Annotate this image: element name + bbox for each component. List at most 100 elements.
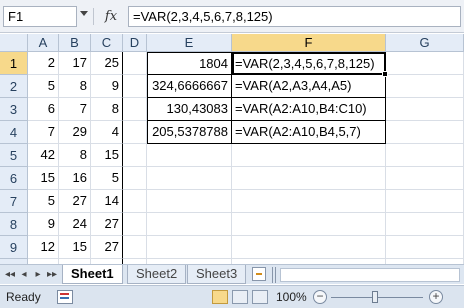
row-header-2[interactable]: 2 bbox=[0, 75, 28, 98]
cell-c1[interactable]: 25 bbox=[91, 52, 123, 75]
cell-g4[interactable] bbox=[386, 121, 464, 144]
cell-c2[interactable]: 9 bbox=[91, 75, 123, 98]
cell-a3[interactable]: 6 bbox=[28, 98, 59, 121]
formula-input[interactable]: =VAR(2,3,4,5,6,7,8,125) bbox=[128, 6, 461, 27]
cell-b4[interactable]: 29 bbox=[59, 121, 91, 144]
cell-a7[interactable]: 5 bbox=[28, 190, 59, 213]
cell-g6[interactable] bbox=[386, 167, 464, 190]
column-header-b[interactable]: B bbox=[59, 34, 91, 52]
cell-a4[interactable]: 7 bbox=[28, 121, 59, 144]
cell-e8[interactable] bbox=[147, 213, 232, 236]
row-header-3[interactable]: 3 bbox=[0, 98, 28, 121]
cell-c5[interactable]: 15 bbox=[91, 144, 123, 167]
first-sheet-icon[interactable]: ◂◂ bbox=[4, 269, 16, 281]
cell-a1[interactable]: 2 bbox=[28, 52, 59, 75]
cell-g3[interactable] bbox=[386, 98, 464, 121]
column-header-a[interactable]: A bbox=[28, 34, 59, 52]
insert-function-icon[interactable]: fx bbox=[100, 6, 122, 27]
cell-c3[interactable]: 8 bbox=[91, 98, 123, 121]
cell-d2[interactable] bbox=[123, 75, 147, 98]
cell-f5[interactable] bbox=[232, 144, 386, 167]
row-header-1[interactable]: 1 bbox=[0, 52, 28, 75]
cell-f7[interactable] bbox=[232, 190, 386, 213]
cell-g7[interactable] bbox=[386, 190, 464, 213]
column-header-d[interactable]: D bbox=[123, 34, 147, 52]
cell-f8[interactable] bbox=[232, 213, 386, 236]
cell-b8[interactable]: 24 bbox=[59, 213, 91, 236]
cell-f2[interactable]: =VAR(A2,A3,A4,A5) bbox=[232, 75, 386, 98]
cell-c6[interactable]: 5 bbox=[91, 167, 123, 190]
row-header-9[interactable]: 9 bbox=[0, 236, 28, 259]
cell-f6[interactable] bbox=[232, 167, 386, 190]
cell-d9[interactable] bbox=[123, 236, 147, 259]
normal-view-icon[interactable] bbox=[212, 290, 228, 304]
cell-g8[interactable] bbox=[386, 213, 464, 236]
cell-c9[interactable]: 27 bbox=[91, 236, 123, 259]
macro-record-icon[interactable] bbox=[57, 290, 73, 304]
cell-b6[interactable]: 16 bbox=[59, 167, 91, 190]
zoom-out-icon[interactable]: − bbox=[313, 290, 327, 304]
cell-f3[interactable]: =VAR(A2:A10,B4:C10) bbox=[232, 98, 386, 121]
next-sheet-icon[interactable]: ▸ bbox=[32, 269, 44, 281]
cell-f9[interactable] bbox=[232, 236, 386, 259]
cell-c7[interactable]: 14 bbox=[91, 190, 123, 213]
column-header-e[interactable]: E bbox=[147, 34, 232, 52]
prev-sheet-icon[interactable]: ◂ bbox=[18, 269, 30, 281]
cell-a9[interactable]: 12 bbox=[28, 236, 59, 259]
cell-d7[interactable] bbox=[123, 190, 147, 213]
cell-b3[interactable]: 7 bbox=[59, 98, 91, 121]
zoom-slider-thumb[interactable] bbox=[372, 291, 378, 303]
row-header-7[interactable]: 7 bbox=[0, 190, 28, 213]
cell-b5[interactable]: 8 bbox=[59, 144, 91, 167]
cell-b9[interactable]: 15 bbox=[59, 236, 91, 259]
cell-c8[interactable]: 27 bbox=[91, 213, 123, 236]
cell-d1[interactable] bbox=[123, 52, 147, 75]
cell-e5[interactable] bbox=[147, 144, 232, 167]
cell-g5[interactable] bbox=[386, 144, 464, 167]
cell-a2[interactable]: 5 bbox=[28, 75, 59, 98]
insert-sheet-icon[interactable] bbox=[252, 267, 266, 281]
cell-d4[interactable] bbox=[123, 121, 147, 144]
last-sheet-icon[interactable]: ▸▸ bbox=[46, 269, 58, 281]
cell-e2[interactable]: 324,6666667 bbox=[147, 75, 232, 98]
cell-c4[interactable]: 4 bbox=[91, 121, 123, 144]
zoom-level[interactable]: 100% bbox=[276, 290, 307, 304]
tab-sheet1[interactable]: Sheet1 bbox=[62, 265, 123, 284]
zoom-in-icon[interactable]: + bbox=[429, 290, 443, 304]
cell-a5[interactable]: 42 bbox=[28, 144, 59, 167]
row-header-4[interactable]: 4 bbox=[0, 121, 28, 144]
tab-sheet3[interactable]: Sheet3 bbox=[187, 265, 247, 284]
cell-a8[interactable]: 9 bbox=[28, 213, 59, 236]
cell-b2[interactable]: 8 bbox=[59, 75, 91, 98]
cell-e7[interactable] bbox=[147, 190, 232, 213]
cell-d3[interactable] bbox=[123, 98, 147, 121]
column-header-c[interactable]: C bbox=[91, 34, 123, 52]
page-layout-view-icon[interactable] bbox=[232, 290, 248, 304]
name-box[interactable]: F1 bbox=[3, 6, 77, 27]
cell-b7[interactable]: 27 bbox=[59, 190, 91, 213]
cell-e1[interactable]: 1804 bbox=[147, 52, 232, 75]
column-header-f[interactable]: F bbox=[232, 34, 386, 52]
cell-e4[interactable]: 205,5378788 bbox=[147, 121, 232, 144]
page-break-view-icon[interactable] bbox=[252, 290, 268, 304]
name-box-dropdown-icon[interactable] bbox=[80, 11, 88, 16]
column-header-g[interactable]: G bbox=[386, 34, 464, 52]
select-all-corner[interactable] bbox=[0, 34, 28, 52]
cell-f1[interactable]: =VAR(2,3,4,5,6,7,8,125) bbox=[232, 52, 386, 75]
row-header-6[interactable]: 6 bbox=[0, 167, 28, 190]
fill-handle[interactable] bbox=[382, 71, 388, 77]
row-header-5[interactable]: 5 bbox=[0, 144, 28, 167]
cell-a6[interactable]: 15 bbox=[28, 167, 59, 190]
tab-split-handle[interactable] bbox=[272, 267, 276, 283]
cell-e6[interactable] bbox=[147, 167, 232, 190]
cell-d5[interactable] bbox=[123, 144, 147, 167]
cell-g2[interactable] bbox=[386, 75, 464, 98]
tab-sheet2[interactable]: Sheet2 bbox=[127, 265, 187, 284]
cell-b1[interactable]: 17 bbox=[59, 52, 91, 75]
cell-e9[interactable] bbox=[147, 236, 232, 259]
cell-e3[interactable]: 130,43083 bbox=[147, 98, 232, 121]
cell-d8[interactable] bbox=[123, 213, 147, 236]
cell-g1[interactable] bbox=[386, 52, 464, 75]
row-header-8[interactable]: 8 bbox=[0, 213, 28, 236]
cell-d6[interactable] bbox=[123, 167, 147, 190]
